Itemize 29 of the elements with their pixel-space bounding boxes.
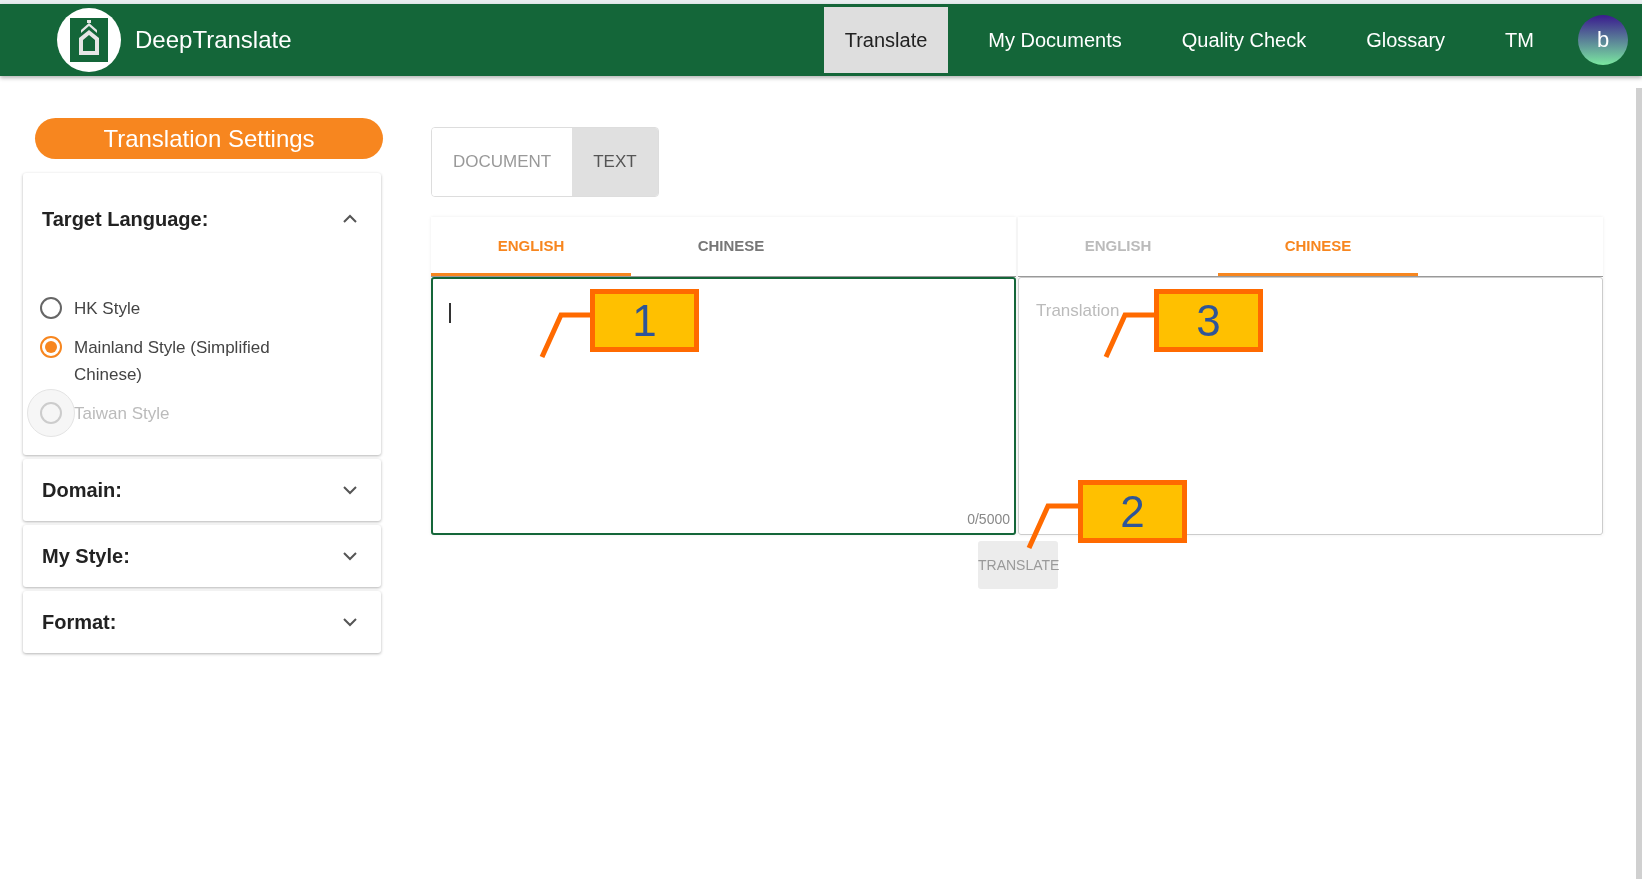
radio-button[interactable] <box>40 297 62 319</box>
chevron-up-icon[interactable] <box>343 214 357 224</box>
nav-tab[interactable]: Quality Check <box>1161 7 1327 73</box>
nav-tab[interactable]: My Documents <box>968 7 1142 73</box>
radio-label: HK Style <box>74 298 142 320</box>
accordion-header[interactable]: Target Language: <box>23 173 381 259</box>
nav-tab[interactable]: TM <box>1485 7 1554 73</box>
mode-tab[interactable]: TEXT <box>572 128 658 196</box>
logo-icon <box>57 8 121 72</box>
accordion-header[interactable]: Format: <box>23 591 381 653</box>
accordion-header[interactable]: My Style: <box>23 525 381 587</box>
radio-button[interactable] <box>40 336 62 358</box>
brand-name: DeepTranslate <box>135 26 292 54</box>
callout-label: 3 <box>1154 289 1263 352</box>
chevron-down-icon[interactable] <box>343 617 357 627</box>
accordion-header[interactable]: Domain: <box>23 459 381 521</box>
character-count: 0/5000 <box>967 511 1010 527</box>
chevron-down-icon[interactable] <box>343 485 357 495</box>
placeholder-text: Translation <box>1036 301 1120 321</box>
chevron-down-icon[interactable] <box>343 551 357 561</box>
nav-tab[interactable]: Glossary <box>1346 7 1466 73</box>
nav-tab[interactable]: Translate <box>823 7 949 73</box>
radio-label: Mainland Style (Simplified Chinese) <box>74 337 271 386</box>
settings-title: Translation Settings <box>35 118 383 159</box>
callout-label: 1 <box>590 289 699 352</box>
text-cursor <box>449 303 451 323</box>
user-avatar[interactable]: b <box>1578 15 1628 65</box>
radio-label: Taiwan Style <box>74 403 171 425</box>
callout-label: 2 <box>1078 480 1187 543</box>
